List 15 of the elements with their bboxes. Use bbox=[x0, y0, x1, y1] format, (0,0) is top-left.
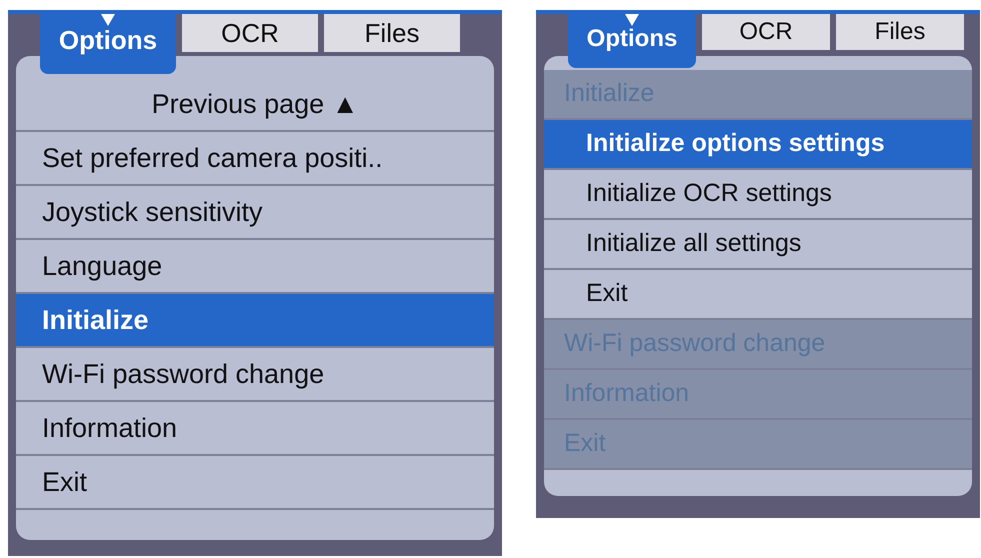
menu-item[interactable]: Initialize bbox=[16, 294, 494, 348]
tab[interactable]: OCR bbox=[702, 14, 830, 50]
menu-item[interactable]: Wi-Fi password change bbox=[16, 348, 494, 402]
menu-item[interactable]: Set preferred camera positi.. bbox=[16, 132, 494, 186]
menu-item[interactable]: Information bbox=[16, 402, 494, 456]
tab[interactable]: Options bbox=[568, 14, 696, 68]
menu-item[interactable]: Exit bbox=[16, 456, 494, 510]
dropdown-icon bbox=[101, 14, 115, 26]
tab[interactable]: Options bbox=[40, 14, 176, 74]
tab[interactable]: Files bbox=[324, 14, 460, 52]
tab[interactable]: Files bbox=[836, 14, 964, 50]
previous-page-item[interactable]: Previous page ▲ bbox=[16, 78, 494, 132]
dropdown-icon bbox=[625, 14, 639, 26]
tab[interactable]: OCR bbox=[182, 14, 318, 52]
menu-item[interactable]: Joystick sensitivity bbox=[16, 186, 494, 240]
